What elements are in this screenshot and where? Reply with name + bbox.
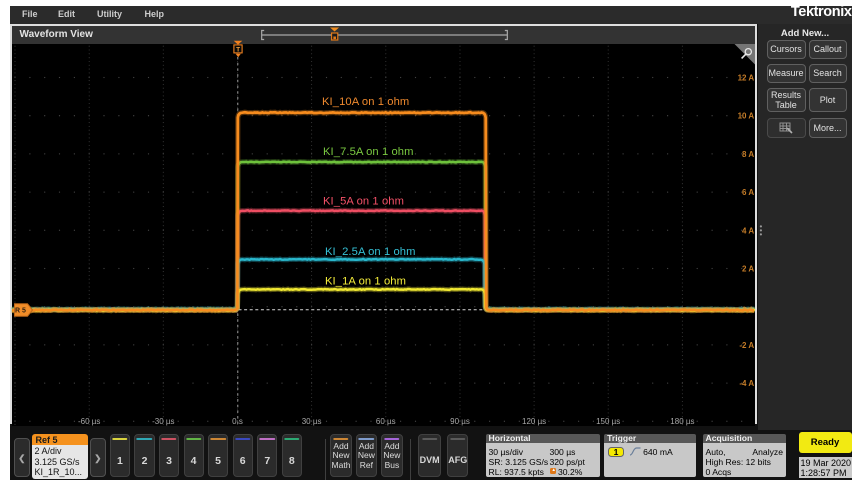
svg-text:KI_5A on 1 ohm: KI_5A on 1 ohm	[323, 195, 404, 207]
svg-text:150 µs: 150 µs	[596, 417, 620, 426]
svg-text:10 A: 10 A	[737, 111, 754, 120]
svg-text:-4 A: -4 A	[739, 379, 754, 388]
svg-text:120 µs: 120 µs	[522, 417, 546, 426]
svg-text:-60 µs: -60 µs	[77, 417, 99, 426]
svg-text:R 5: R 5	[15, 307, 26, 314]
svg-text:-2 A: -2 A	[739, 340, 754, 349]
svg-text:90 µs: 90 µs	[450, 417, 470, 426]
svg-text:T: T	[236, 46, 240, 53]
svg-text:-30 µs: -30 µs	[152, 417, 174, 426]
svg-text:0 s: 0 s	[232, 417, 243, 426]
svg-text:12 A: 12 A	[737, 73, 754, 82]
svg-text:60 µs: 60 µs	[375, 417, 395, 426]
svg-text:KI_2.5A on 1 ohm: KI_2.5A on 1 ohm	[325, 246, 416, 258]
svg-text:6 A: 6 A	[742, 188, 754, 197]
svg-text:KI_1A on 1 ohm: KI_1A on 1 ohm	[325, 275, 406, 287]
svg-text:30 µs: 30 µs	[301, 417, 321, 426]
svg-text:KI_10A on 1 ohm: KI_10A on 1 ohm	[322, 96, 409, 108]
svg-text:KI_7.5A on 1 ohm: KI_7.5A on 1 ohm	[323, 146, 414, 158]
svg-text:2 A: 2 A	[742, 264, 754, 273]
svg-text:180 µs: 180 µs	[670, 417, 694, 426]
svg-text:4 A: 4 A	[742, 226, 754, 235]
svg-text:8 A: 8 A	[742, 149, 754, 158]
